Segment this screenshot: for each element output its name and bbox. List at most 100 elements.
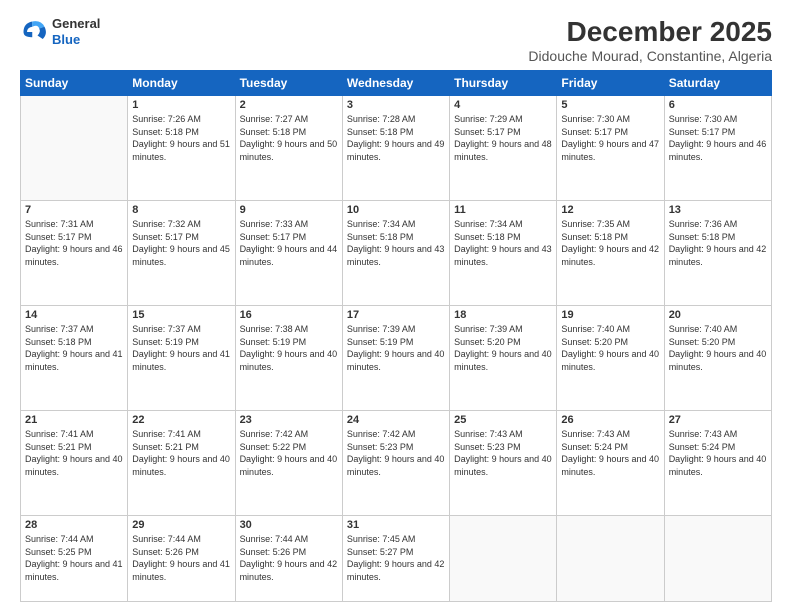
weekday-header-row: SundayMondayTuesdayWednesdayThursdayFrid… bbox=[21, 71, 772, 96]
calendar-cell: 13 Sunrise: 7:36 AMSunset: 5:18 PMDayligh… bbox=[664, 201, 771, 306]
subtitle: Didouche Mourad, Constantine, Algeria bbox=[528, 48, 772, 64]
day-number: 15 bbox=[132, 309, 230, 321]
logo: General Blue bbox=[20, 16, 100, 47]
cell-info: Sunrise: 7:30 AMSunset: 5:17 PMDaylight:… bbox=[669, 113, 767, 163]
weekday-header-tuesday: Tuesday bbox=[235, 71, 342, 96]
week-row-1: 1Sunrise: 7:26 AMSunset: 5:18 PMDaylight… bbox=[21, 96, 772, 201]
cell-info: Sunrise: 7:35 AMSunset: 5:18 PMDaylight:… bbox=[561, 218, 659, 268]
cell-info: Sunrise: 7:43 AMSunset: 5:24 PMDaylight:… bbox=[669, 428, 767, 478]
day-number: 10 bbox=[347, 204, 445, 216]
calendar-cell: 17 Sunrise: 7:39 AMSunset: 5:19 PMDayligh… bbox=[342, 306, 449, 411]
day-number: 30 bbox=[240, 519, 338, 531]
day-number: 11 bbox=[454, 204, 552, 216]
week-row-2: 7 Sunrise: 7:31 AMSunset: 5:17 PMDaylight… bbox=[21, 201, 772, 306]
calendar-cell: 2 Sunrise: 7:27 AMSunset: 5:18 PMDaylight… bbox=[235, 96, 342, 201]
cell-info: Sunrise: 7:36 AMSunset: 5:18 PMDaylight:… bbox=[669, 218, 767, 268]
calendar-cell: 8 Sunrise: 7:32 AMSunset: 5:17 PMDaylight… bbox=[128, 201, 235, 306]
calendar-cell: 22Sunrise: 7:41 AMSunset: 5:21 PMDayligh… bbox=[128, 411, 235, 516]
calendar-cell: 7 Sunrise: 7:31 AMSunset: 5:17 PMDaylight… bbox=[21, 201, 128, 306]
cell-info: Sunrise: 7:43 AMSunset: 5:24 PMDaylight:… bbox=[561, 428, 659, 478]
main-title: December 2025 bbox=[528, 16, 772, 48]
calendar-cell: 11 Sunrise: 7:34 AMSunset: 5:18 PMDayligh… bbox=[450, 201, 557, 306]
day-number: 21 bbox=[25, 414, 123, 426]
day-number: 23 bbox=[240, 414, 338, 426]
day-number: 13 bbox=[669, 204, 767, 216]
day-number: 8 bbox=[132, 204, 230, 216]
cell-info: Sunrise: 7:27 AMSunset: 5:18 PMDaylight:… bbox=[240, 113, 338, 163]
cell-info: Sunrise: 7:39 AMSunset: 5:19 PMDaylight:… bbox=[347, 323, 445, 373]
weekday-header-sunday: Sunday bbox=[21, 71, 128, 96]
cell-info: Sunrise: 7:40 AMSunset: 5:20 PMDaylight:… bbox=[669, 323, 767, 373]
cell-info: Sunrise: 7:28 AMSunset: 5:18 PMDaylight:… bbox=[347, 113, 445, 163]
day-number: 16 bbox=[240, 309, 338, 321]
cell-info: Sunrise: 7:44 AMSunset: 5:25 PMDaylight:… bbox=[25, 533, 123, 583]
logo-blue: Blue bbox=[52, 32, 100, 48]
day-number: 25 bbox=[454, 414, 552, 426]
calendar-cell bbox=[450, 516, 557, 602]
day-number: 31 bbox=[347, 519, 445, 531]
day-number: 29 bbox=[132, 519, 230, 531]
calendar-cell: 20 Sunrise: 7:40 AMSunset: 5:20 PMDayligh… bbox=[664, 306, 771, 411]
cell-info: Sunrise: 7:37 AMSunset: 5:18 PMDaylight:… bbox=[25, 323, 123, 373]
cell-info: Sunrise: 7:33 AMSunset: 5:17 PMDaylight:… bbox=[240, 218, 338, 268]
cell-info: Sunrise: 7:38 AMSunset: 5:19 PMDaylight:… bbox=[240, 323, 338, 373]
day-number: 5 bbox=[561, 99, 659, 111]
day-number: 17 bbox=[347, 309, 445, 321]
calendar-cell: 4 Sunrise: 7:29 AMSunset: 5:17 PMDaylight… bbox=[450, 96, 557, 201]
cell-info: Sunrise: 7:34 AMSunset: 5:18 PMDaylight:… bbox=[454, 218, 552, 268]
calendar-cell: 1Sunrise: 7:26 AMSunset: 5:18 PMDaylight… bbox=[128, 96, 235, 201]
calendar-cell bbox=[21, 96, 128, 201]
calendar-cell: 29 Sunrise: 7:44 AMSunset: 5:26 PMDayligh… bbox=[128, 516, 235, 602]
calendar-cell: 3 Sunrise: 7:28 AMSunset: 5:18 PMDaylight… bbox=[342, 96, 449, 201]
logo-icon bbox=[20, 18, 48, 46]
calendar-cell: 16 Sunrise: 7:38 AMSunset: 5:19 PMDayligh… bbox=[235, 306, 342, 411]
cell-info: Sunrise: 7:34 AMSunset: 5:18 PMDaylight:… bbox=[347, 218, 445, 268]
logo-text: General Blue bbox=[52, 16, 100, 47]
logo-general: General bbox=[52, 16, 100, 32]
cell-info: Sunrise: 7:44 AMSunset: 5:26 PMDaylight:… bbox=[240, 533, 338, 583]
calendar-cell: 12 Sunrise: 7:35 AMSunset: 5:18 PMDayligh… bbox=[557, 201, 664, 306]
calendar-cell: 23 Sunrise: 7:42 AMSunset: 5:22 PMDayligh… bbox=[235, 411, 342, 516]
calendar-cell: 31Sunrise: 7:45 AMSunset: 5:27 PMDayligh… bbox=[342, 516, 449, 602]
title-block: December 2025 Didouche Mourad, Constanti… bbox=[528, 16, 772, 64]
day-number: 2 bbox=[240, 99, 338, 111]
day-number: 24 bbox=[347, 414, 445, 426]
cell-info: Sunrise: 7:41 AMSunset: 5:21 PMDaylight:… bbox=[25, 428, 123, 478]
week-row-4: 21 Sunrise: 7:41 AMSunset: 5:21 PMDayligh… bbox=[21, 411, 772, 516]
weekday-header-saturday: Saturday bbox=[664, 71, 771, 96]
day-number: 20 bbox=[669, 309, 767, 321]
calendar-cell: 10 Sunrise: 7:34 AMSunset: 5:18 PMDayligh… bbox=[342, 201, 449, 306]
weekday-header-friday: Friday bbox=[557, 71, 664, 96]
day-number: 27 bbox=[669, 414, 767, 426]
cell-info: Sunrise: 7:44 AMSunset: 5:26 PMDaylight:… bbox=[132, 533, 230, 583]
cell-info: Sunrise: 7:32 AMSunset: 5:17 PMDaylight:… bbox=[132, 218, 230, 268]
cell-info: Sunrise: 7:37 AMSunset: 5:19 PMDaylight:… bbox=[132, 323, 230, 373]
weekday-header-wednesday: Wednesday bbox=[342, 71, 449, 96]
cell-info: Sunrise: 7:31 AMSunset: 5:17 PMDaylight:… bbox=[25, 218, 123, 268]
day-number: 1 bbox=[132, 99, 230, 111]
page-container: General Blue December 2025 Didouche Mour… bbox=[0, 0, 792, 612]
week-row-5: 28Sunrise: 7:44 AMSunset: 5:25 PMDayligh… bbox=[21, 516, 772, 602]
calendar-cell: 25Sunrise: 7:43 AMSunset: 5:23 PMDayligh… bbox=[450, 411, 557, 516]
calendar-cell: 6Sunrise: 7:30 AMSunset: 5:17 PMDaylight… bbox=[664, 96, 771, 201]
day-number: 12 bbox=[561, 204, 659, 216]
calendar-cell: 30 Sunrise: 7:44 AMSunset: 5:26 PMDayligh… bbox=[235, 516, 342, 602]
cell-info: Sunrise: 7:29 AMSunset: 5:17 PMDaylight:… bbox=[454, 113, 552, 163]
cell-info: Sunrise: 7:42 AMSunset: 5:22 PMDaylight:… bbox=[240, 428, 338, 478]
cell-info: Sunrise: 7:40 AMSunset: 5:20 PMDaylight:… bbox=[561, 323, 659, 373]
cell-info: Sunrise: 7:39 AMSunset: 5:20 PMDaylight:… bbox=[454, 323, 552, 373]
header: General Blue December 2025 Didouche Mour… bbox=[20, 16, 772, 64]
day-number: 18 bbox=[454, 309, 552, 321]
calendar-cell: 24Sunrise: 7:42 AMSunset: 5:23 PMDayligh… bbox=[342, 411, 449, 516]
calendar-cell bbox=[664, 516, 771, 602]
calendar-cell: 26 Sunrise: 7:43 AMSunset: 5:24 PMDayligh… bbox=[557, 411, 664, 516]
calendar-cell: 5 Sunrise: 7:30 AMSunset: 5:17 PMDaylight… bbox=[557, 96, 664, 201]
week-row-3: 14Sunrise: 7:37 AMSunset: 5:18 PMDayligh… bbox=[21, 306, 772, 411]
day-number: 26 bbox=[561, 414, 659, 426]
day-number: 19 bbox=[561, 309, 659, 321]
cell-info: Sunrise: 7:41 AMSunset: 5:21 PMDaylight:… bbox=[132, 428, 230, 478]
cell-info: Sunrise: 7:30 AMSunset: 5:17 PMDaylight:… bbox=[561, 113, 659, 163]
day-number: 4 bbox=[454, 99, 552, 111]
day-number: 3 bbox=[347, 99, 445, 111]
day-number: 7 bbox=[25, 204, 123, 216]
